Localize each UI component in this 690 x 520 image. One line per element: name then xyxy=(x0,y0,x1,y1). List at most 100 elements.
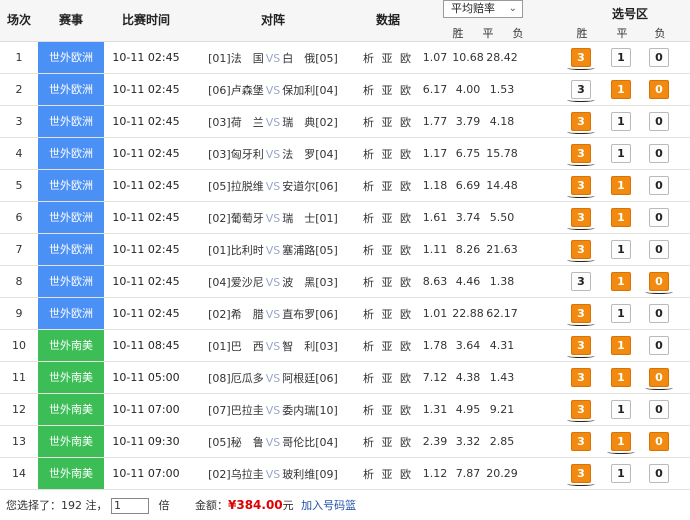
pick-win-button[interactable]: 3 xyxy=(571,304,591,323)
data-links[interactable]: 析 亚 欧 xyxy=(358,137,418,170)
home-team[interactable]: [07]巴拉圭 xyxy=(208,404,264,417)
pick-win-button[interactable]: 3 xyxy=(571,336,591,355)
pick-lose-button[interactable]: 0 xyxy=(649,208,669,227)
home-team[interactable]: [08]厄瓜多 xyxy=(208,372,264,385)
league-badge[interactable]: 世外南美 xyxy=(38,330,104,361)
data-links[interactable]: 析 亚 欧 xyxy=(358,201,418,234)
matchup[interactable]: [05]秘 鲁 VS 哥伦比[04] xyxy=(188,425,358,458)
pick-draw-button[interactable]: 1 xyxy=(611,80,631,99)
pick-win-button[interactable]: 3 xyxy=(571,400,591,419)
away-team[interactable]: 哥伦比[04] xyxy=(282,436,338,449)
matchup[interactable]: [03]匈牙利 VS 法 罗[04] xyxy=(188,137,358,170)
multiplier-input[interactable]: 1 xyxy=(111,498,149,514)
matchup[interactable]: [02]葡萄牙 VS 瑞 士[01] xyxy=(188,201,358,234)
home-team[interactable]: [04]爱沙尼 xyxy=(208,276,264,289)
matchup[interactable]: [01]巴 西 VS 智 利[03] xyxy=(188,329,358,362)
league-badge[interactable]: 世外南美 xyxy=(38,426,104,457)
data-links[interactable]: 析 亚 欧 xyxy=(358,425,418,458)
pick-lose-button[interactable]: 0 xyxy=(649,272,669,291)
matchup[interactable]: [08]厄瓜多 VS 阿根廷[06] xyxy=(188,361,358,394)
league-badge[interactable]: 世外南美 xyxy=(38,362,104,393)
pick-lose-button[interactable]: 0 xyxy=(649,144,669,163)
league-badge[interactable]: 世外南美 xyxy=(38,458,104,489)
league-badge[interactable]: 世外欧洲 xyxy=(38,42,104,73)
away-team[interactable]: 安道尔[06] xyxy=(282,180,338,193)
league-badge[interactable]: 世外欧洲 xyxy=(38,234,104,265)
pick-win-button[interactable]: 3 xyxy=(571,176,591,195)
pick-win-button[interactable]: 3 xyxy=(571,80,591,99)
pick-lose-button[interactable]: 0 xyxy=(649,368,669,387)
pick-lose-button[interactable]: 0 xyxy=(649,112,669,131)
pick-win-button[interactable]: 3 xyxy=(571,48,591,67)
pick-lose-button[interactable]: 0 xyxy=(649,336,669,355)
away-team[interactable]: 塞浦路[05] xyxy=(282,244,338,257)
pick-draw-button[interactable]: 1 xyxy=(611,432,631,451)
pick-draw-button[interactable]: 1 xyxy=(611,304,631,323)
home-team[interactable]: [05]拉脱维 xyxy=(208,180,264,193)
home-team[interactable]: [02]希 腊 xyxy=(208,308,264,321)
pick-draw-button[interactable]: 1 xyxy=(611,176,631,195)
home-team[interactable]: [01]巴 西 xyxy=(208,340,264,353)
home-team[interactable]: [01]比利时 xyxy=(208,244,264,257)
pick-win-button[interactable]: 3 xyxy=(571,208,591,227)
pick-win-button[interactable]: 3 xyxy=(571,368,591,387)
away-team[interactable]: 玻利维[09] xyxy=(282,468,338,481)
away-team[interactable]: 瑞 士[01] xyxy=(282,212,338,225)
away-team[interactable]: 瑞 典[02] xyxy=(282,116,338,129)
data-links[interactable]: 析 亚 欧 xyxy=(358,361,418,394)
matchup[interactable]: [06]卢森堡 VS 保加利[04] xyxy=(188,73,358,106)
home-team[interactable]: [02]葡萄牙 xyxy=(208,212,264,225)
home-team[interactable]: [03]荷 兰 xyxy=(208,116,264,129)
league-badge[interactable]: 世外欧洲 xyxy=(38,298,104,329)
data-links[interactable]: 析 亚 欧 xyxy=(358,329,418,362)
away-team[interactable]: 保加利[04] xyxy=(282,84,338,97)
home-team[interactable]: [05]秘 鲁 xyxy=(208,436,264,449)
matchup[interactable]: [01]比利时 VS 塞浦路[05] xyxy=(188,233,358,266)
away-team[interactable]: 阿根廷[06] xyxy=(282,372,338,385)
matchup[interactable]: [07]巴拉圭 VS 委内瑞[10] xyxy=(188,393,358,426)
away-team[interactable]: 直布罗[06] xyxy=(282,308,338,321)
data-links[interactable]: 析 亚 欧 xyxy=(358,393,418,426)
pick-draw-button[interactable]: 1 xyxy=(611,368,631,387)
pick-lose-button[interactable]: 0 xyxy=(649,176,669,195)
pick-win-button[interactable]: 3 xyxy=(571,144,591,163)
pick-draw-button[interactable]: 1 xyxy=(611,208,631,227)
data-links[interactable]: 析 亚 欧 xyxy=(358,169,418,202)
matchup[interactable]: [05]拉脱维 VS 安道尔[06] xyxy=(188,169,358,202)
league-badge[interactable]: 世外欧洲 xyxy=(38,138,104,169)
pick-lose-button[interactable]: 0 xyxy=(649,240,669,259)
away-team[interactable]: 白 俄[05] xyxy=(282,52,338,65)
pick-win-button[interactable]: 3 xyxy=(571,240,591,259)
matchup[interactable]: [04]爱沙尼 VS 波 黑[03] xyxy=(188,265,358,298)
data-links[interactable]: 析 亚 欧 xyxy=(358,457,418,490)
league-badge[interactable]: 世外欧洲 xyxy=(38,202,104,233)
pick-draw-button[interactable]: 1 xyxy=(611,336,631,355)
data-links[interactable]: 析 亚 欧 xyxy=(358,265,418,298)
pick-win-button[interactable]: 3 xyxy=(571,432,591,451)
pick-lose-button[interactable]: 0 xyxy=(649,48,669,67)
home-team[interactable]: [03]匈牙利 xyxy=(208,148,264,161)
add-to-basket-link[interactable]: 加入号码篮 xyxy=(301,499,356,512)
away-team[interactable]: 委内瑞[10] xyxy=(282,404,338,417)
away-team[interactable]: 法 罗[04] xyxy=(282,148,338,161)
data-links[interactable]: 析 亚 欧 xyxy=(358,73,418,106)
home-team[interactable]: [01]法 国 xyxy=(208,52,264,65)
data-links[interactable]: 析 亚 欧 xyxy=(358,42,418,74)
away-team[interactable]: 智 利[03] xyxy=(282,340,338,353)
league-badge[interactable]: 世外欧洲 xyxy=(38,266,104,297)
pick-lose-button[interactable]: 0 xyxy=(649,464,669,483)
pick-lose-button[interactable]: 0 xyxy=(649,80,669,99)
matchup[interactable]: [02]乌拉圭 VS 玻利维[09] xyxy=(188,457,358,490)
pick-win-button[interactable]: 3 xyxy=(571,464,591,483)
league-badge[interactable]: 世外南美 xyxy=(38,394,104,425)
data-links[interactable]: 析 亚 欧 xyxy=(358,233,418,266)
league-badge[interactable]: 世外欧洲 xyxy=(38,74,104,105)
home-team[interactable]: [06]卢森堡 xyxy=(208,84,264,97)
matchup[interactable]: [02]希 腊 VS 直布罗[06] xyxy=(188,297,358,330)
away-team[interactable]: 波 黑[03] xyxy=(282,276,338,289)
pick-lose-button[interactable]: 0 xyxy=(649,432,669,451)
pick-win-button[interactable]: 3 xyxy=(571,272,591,291)
matchup[interactable]: [03]荷 兰 VS 瑞 典[02] xyxy=(188,105,358,138)
matchup[interactable]: [01]法 国 VS 白 俄[05] xyxy=(188,42,358,74)
data-links[interactable]: 析 亚 欧 xyxy=(358,297,418,330)
